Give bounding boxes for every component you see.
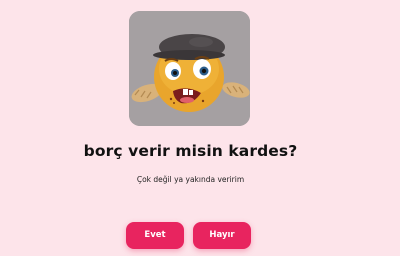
sad-poor-emoji-icon: [129, 11, 250, 126]
sad-poor-emoji-image: [129, 11, 250, 126]
subtext: Çok değil ya yakında veririm: [136, 175, 245, 184]
question-heading: borç verir misin kardes?: [83, 142, 298, 160]
no-button[interactable]: Hayır: [193, 222, 251, 249]
yes-button[interactable]: Evet: [126, 222, 184, 249]
page: borç verir misin kardes? Çok değil ya ya…: [0, 0, 400, 256]
